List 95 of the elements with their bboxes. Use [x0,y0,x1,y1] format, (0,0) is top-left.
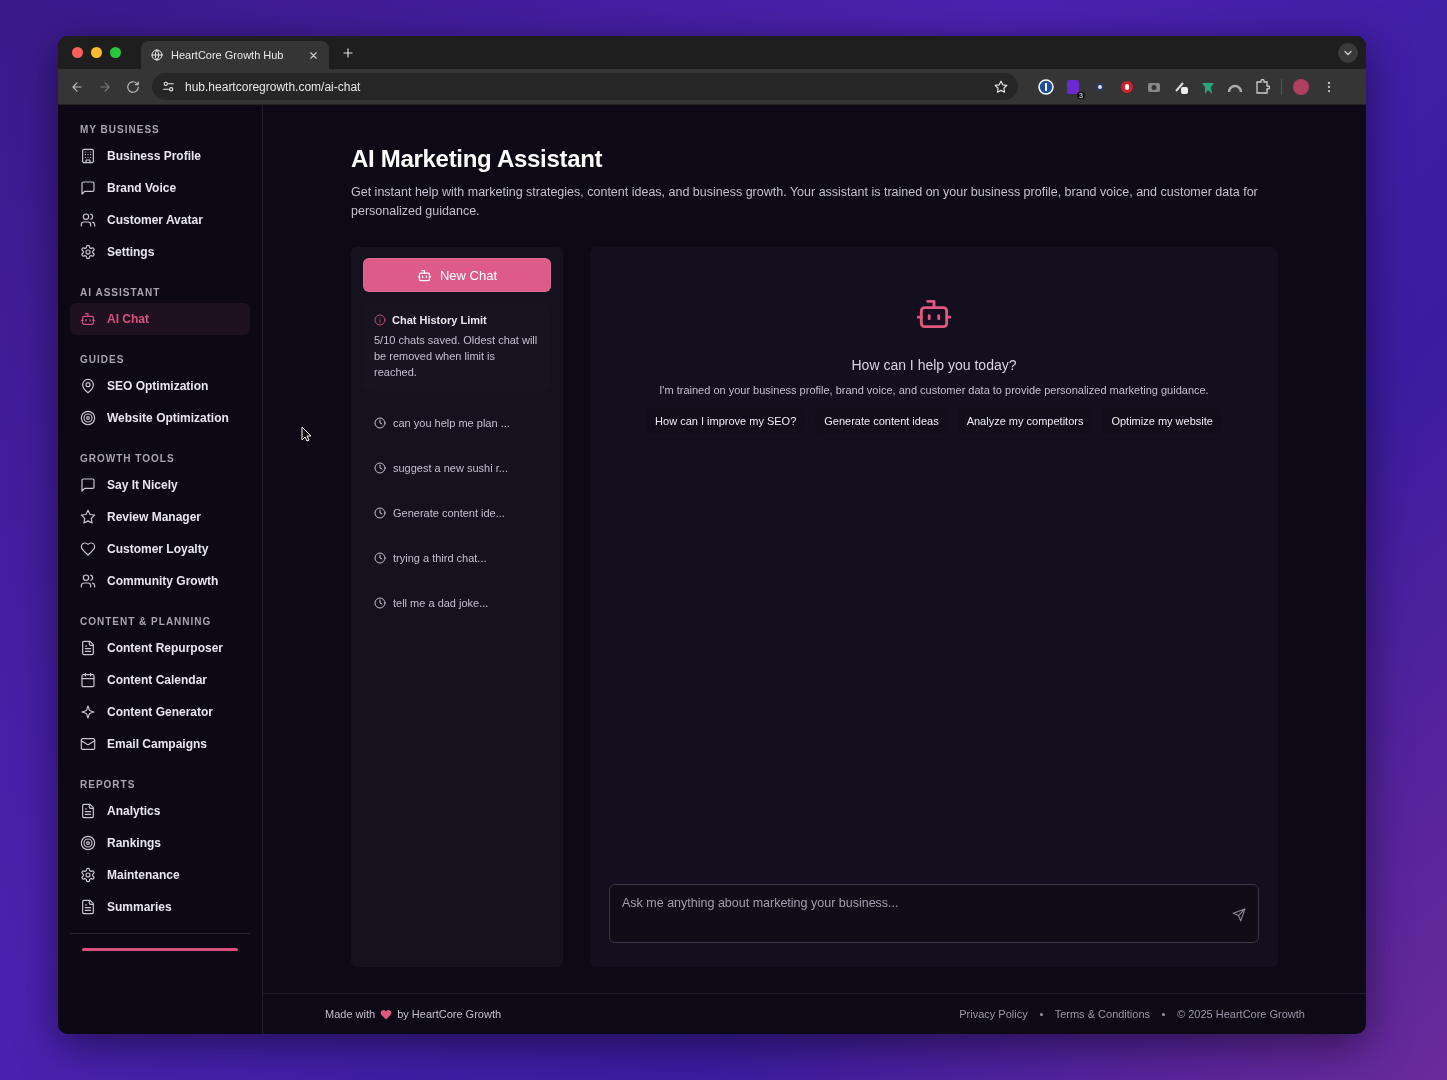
sparkles-icon [80,704,96,720]
back-arrow-icon[interactable] [70,79,84,94]
browser-tab[interactable]: HeartCore Growth Hub [141,41,329,69]
maximize-window-button[interactable] [110,47,121,58]
page-title: AI Marketing Assistant [351,145,604,173]
sidebar-item[interactable]: Say It Nicely [70,469,250,501]
puzzle-icon[interactable] [1254,78,1270,95]
notice-title: Chat History Limit [392,314,487,326]
people-icon [80,573,96,589]
sidebar-item[interactable]: Maintenance [70,859,250,891]
sidebar-item[interactable]: Brand Voice [70,172,250,204]
close-window-button[interactable] [72,47,83,58]
document-icon [80,803,96,819]
url-text: hub.heartcoregrowth.com/ai-chat [185,79,362,94]
star-icon[interactable] [994,79,1008,94]
reload-icon[interactable] [126,79,140,94]
globe-icon [151,49,163,61]
sidebar-item[interactable]: Content Generator [70,696,250,728]
clock-icon [374,597,386,609]
extension-icon[interactable] [1119,78,1135,95]
target-icon [80,410,96,426]
chat-history-item[interactable]: suggest a new sushi r... [374,458,540,478]
copyright-text: © 2025 HeartCore Growth [1177,1008,1305,1020]
heart-icon [380,1008,393,1020]
sidebar-item[interactable]: SEO Optimization [70,370,250,402]
footer-text: by HeartCore Growth [397,1008,502,1020]
minimize-window-button[interactable] [91,47,102,58]
chat-history-item[interactable]: can you help me plan ... [374,413,540,433]
sidebar-item[interactable]: Content Repurposer [70,632,250,664]
info-icon [374,314,386,326]
suggestion-chip[interactable]: Optimize my website [1102,408,1222,434]
robot-icon [80,311,96,327]
chat-heading: How can I help you today? [851,357,1017,373]
mouse-pointer-icon [301,426,312,442]
sidebar-item[interactable]: Email Campaigns [70,728,250,760]
calendar-icon [80,672,96,688]
sidebar-item[interactable]: Rankings [70,827,250,859]
tab-search-button[interactable] [1338,42,1358,63]
section-heading: CONTENT & PLANNING [79,615,213,629]
site-settings-icon[interactable] [162,80,175,93]
plus-icon[interactable] [341,45,355,60]
forward-arrow-icon[interactable] [98,79,112,94]
chat-history-item[interactable]: tell me a dad joke... [374,593,540,613]
people-icon [80,212,96,228]
clock-icon [374,507,386,519]
sidebar-item[interactable]: Review Manager [70,501,250,533]
footer-link[interactable]: Terms & Conditions [1054,1008,1151,1020]
address-bar[interactable]: hub.heartcoregrowth.com/ai-chat [152,73,1018,100]
document-icon [80,899,96,915]
clock-icon [374,552,386,564]
section-heading: GROWTH TOOLS [79,452,176,466]
chat-history-item[interactable]: trying a third chat... [374,548,540,568]
tab-title: HeartCore Growth Hub [171,49,285,61]
location-pin-icon [80,378,96,394]
sidebar-item[interactable]: Settings [70,236,250,268]
chat-history-item[interactable]: Generate content ide... [374,503,540,523]
notice-text: 5/10 chats saved. Oldest chat will be removed when limit is reached. [374,333,539,380]
section-heading: AI ASSISTANT [79,286,162,300]
speech-bubble-icon [80,477,96,493]
close-icon[interactable] [308,49,319,61]
sidebar-item[interactable]: Website Optimization [70,402,250,434]
page-description: Get instant help with marketing strategies, content ideas, and business growth. Your assistant is trained on your business profile, brand voice, and customer data for personalized guidance. [351,184,1259,220]
robot-icon [416,267,432,283]
speech-bubble-icon [80,180,96,196]
sidebar-item[interactable]: Content Calendar [70,664,250,696]
section-heading: GUIDES [79,353,126,367]
sidebar-item[interactable]: Analytics [70,795,250,827]
settings-icon [80,244,96,260]
message-input[interactable]: Ask me anything about marketing your business... [609,884,1259,943]
sidebar-item[interactable]: Business Profile [70,140,250,172]
send-icon[interactable] [1232,908,1246,922]
suggestion-chip[interactable]: Analyze my competitors [957,408,1093,434]
sidebar-item[interactable]: Customer Avatar [70,204,250,236]
footer-link[interactable]: Privacy Policy [959,1008,1028,1020]
chat-intro: I'm trained on your business profile, brand voice, and customer data to provide personalized marketing guidance. [659,384,1209,396]
suggestion-chip[interactable]: How can I improve my SEO? [646,408,806,434]
password-manager-icon[interactable] [1038,78,1054,95]
section-heading: MY BUSINESS [79,123,161,137]
star-icon [80,509,96,525]
new-chat-button[interactable]: New Chat [364,259,550,291]
building-icon [80,148,96,164]
footer-text: Made with [325,1008,376,1020]
sidebar-item[interactable]: AI Chat [70,303,250,335]
section-heading: REPORTS [79,778,137,792]
sidebar-item[interactable]: Summaries [70,891,250,923]
clock-icon [374,417,386,429]
heart-icon [80,541,96,557]
envelope-icon [80,736,96,752]
target-icon [80,835,96,851]
clock-icon [374,462,386,474]
settings-icon [80,867,96,883]
sidebar-item[interactable]: Customer Loyalty [70,533,250,565]
document-icon [80,640,96,656]
suggestion-chip[interactable]: Generate content ideas [815,408,948,434]
sidebar-item[interactable]: Community Growth [70,565,250,597]
